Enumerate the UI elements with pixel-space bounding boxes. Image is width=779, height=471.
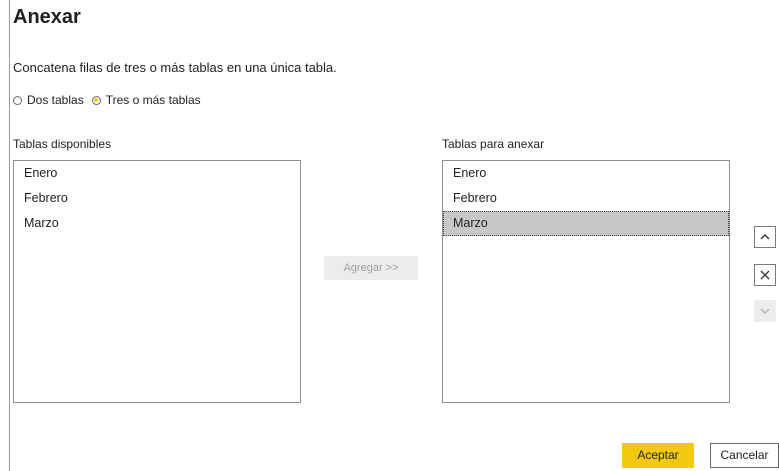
radio-two-tables[interactable]: Dos tablas bbox=[13, 93, 84, 107]
move-down-button[interactable] bbox=[754, 300, 776, 322]
available-tables-label: Tablas disponibles bbox=[13, 137, 112, 151]
radio-circle-unchecked bbox=[13, 95, 22, 105]
list-item[interactable]: Febrero bbox=[14, 186, 300, 211]
list-item[interactable]: Febrero bbox=[443, 186, 729, 211]
close-icon bbox=[760, 270, 770, 280]
remove-button[interactable] bbox=[754, 264, 776, 286]
radio-label: Dos tablas bbox=[27, 93, 84, 107]
add-button[interactable]: Agregar >> bbox=[324, 256, 418, 280]
mode-radio-group: Dos tablas Tres o más tablas bbox=[13, 93, 209, 107]
list-item[interactable]: Enero bbox=[443, 161, 729, 186]
chevron-up-icon bbox=[760, 234, 770, 240]
dialog-border bbox=[9, 0, 10, 471]
cancel-button[interactable]: Cancelar bbox=[710, 443, 779, 468]
list-item-selected[interactable]: Marzo bbox=[443, 211, 729, 236]
list-item[interactable]: Marzo bbox=[14, 211, 300, 236]
dialog-description: Concatena filas de tres o más tablas en … bbox=[13, 60, 337, 75]
ok-button[interactable]: Aceptar bbox=[622, 443, 694, 468]
append-tables-list[interactable]: Enero Febrero Marzo bbox=[442, 160, 730, 403]
move-up-button[interactable] bbox=[754, 226, 776, 248]
radio-label: Tres o más tablas bbox=[105, 93, 201, 107]
chevron-down-icon bbox=[760, 308, 770, 314]
available-tables-list[interactable]: Enero Febrero Marzo bbox=[13, 160, 301, 403]
append-tables-label: Tablas para anexar bbox=[442, 137, 545, 151]
dialog-title: Anexar bbox=[13, 6, 81, 28]
radio-three-or-more-tables[interactable]: Tres o más tablas bbox=[91, 93, 201, 107]
list-item[interactable]: Enero bbox=[14, 161, 300, 186]
radio-circle-checked bbox=[91, 95, 101, 105]
